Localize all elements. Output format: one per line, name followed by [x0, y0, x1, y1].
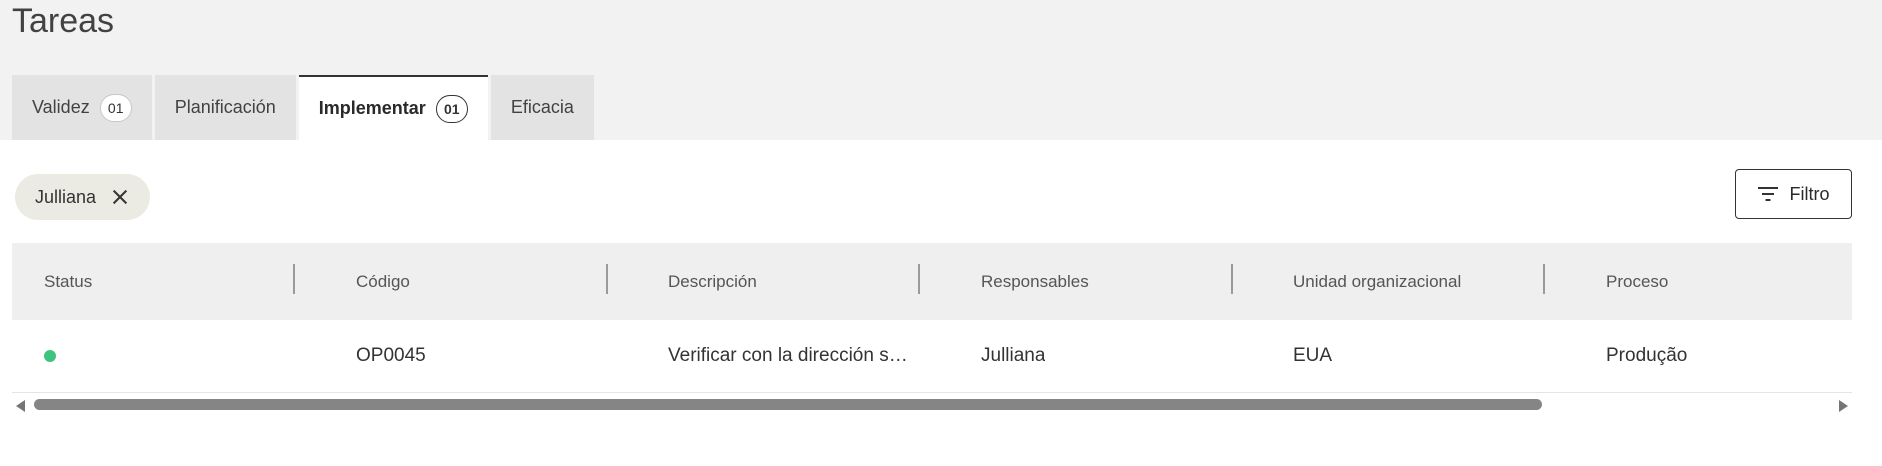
status-indicator	[44, 350, 56, 362]
codigo-cell: OP0045	[356, 345, 426, 366]
status-cell	[44, 320, 56, 392]
table-row[interactable]: OP0045 Verificar con la dirección s… Jul…	[12, 320, 1852, 393]
filter-lines-icon	[1757, 187, 1778, 201]
tab-implementar[interactable]: Implementar 01	[298, 75, 488, 140]
tab-validez[interactable]: Validez 01	[12, 75, 152, 140]
tab-label: Validez	[32, 97, 90, 117]
table-header: Status Código Descripción Responsables U…	[12, 243, 1852, 320]
tab-label: Eficacia	[510, 97, 574, 117]
tasks-table: Status Código Descripción Responsables U…	[12, 243, 1852, 393]
column-header-proceso[interactable]: Proceso	[1606, 243, 1668, 320]
filter-chip-label: Julliana	[35, 186, 97, 207]
column-header-codigo[interactable]: Código	[356, 243, 410, 320]
proceso-cell: Produção	[1606, 345, 1688, 366]
column-header-unidad-organizacional[interactable]: Unidad organizacional	[1293, 243, 1461, 320]
descripcion-cell: Verificar con la dirección s…	[668, 345, 908, 366]
tab-planificacion[interactable]: Planificación	[154, 75, 296, 140]
filter-button[interactable]: Filtro	[1735, 169, 1852, 219]
column-resize-handle[interactable]	[293, 264, 295, 294]
unidad-cell: EUA	[1293, 345, 1333, 366]
tab-count-badge: 01	[99, 93, 132, 122]
filter-button-label: Filtro	[1789, 183, 1830, 204]
tab-label: Implementar	[318, 98, 426, 118]
column-header-responsables[interactable]: Responsables	[981, 243, 1089, 320]
filter-chip: Julliana	[15, 174, 151, 220]
page-title: Tareas	[12, 2, 115, 40]
column-resize-handle[interactable]	[1543, 264, 1545, 294]
responsables-cell: Julliana	[981, 345, 1046, 366]
arrow-left-icon[interactable]	[16, 400, 25, 412]
column-header-descripcion[interactable]: Descripción	[668, 243, 757, 320]
column-resize-handle[interactable]	[1231, 264, 1233, 294]
horizontal-scrollbar[interactable]	[12, 397, 1852, 413]
tab-bar: Validez 01 Planificación Implementar 01 …	[12, 75, 597, 140]
tab-count-badge: 01	[435, 94, 468, 123]
column-resize-handle[interactable]	[918, 264, 920, 294]
arrow-right-icon[interactable]	[1839, 400, 1848, 412]
tab-eficacia[interactable]: Eficacia	[490, 75, 594, 140]
column-resize-handle[interactable]	[606, 264, 608, 294]
close-icon[interactable]	[112, 189, 128, 205]
page-header: Tareas Validez 01 Planificación Implemen…	[0, 0, 1882, 140]
scrollbar-thumb[interactable]	[34, 399, 1542, 410]
column-header-status[interactable]: Status	[44, 243, 92, 320]
tab-label: Planificación	[174, 97, 276, 117]
